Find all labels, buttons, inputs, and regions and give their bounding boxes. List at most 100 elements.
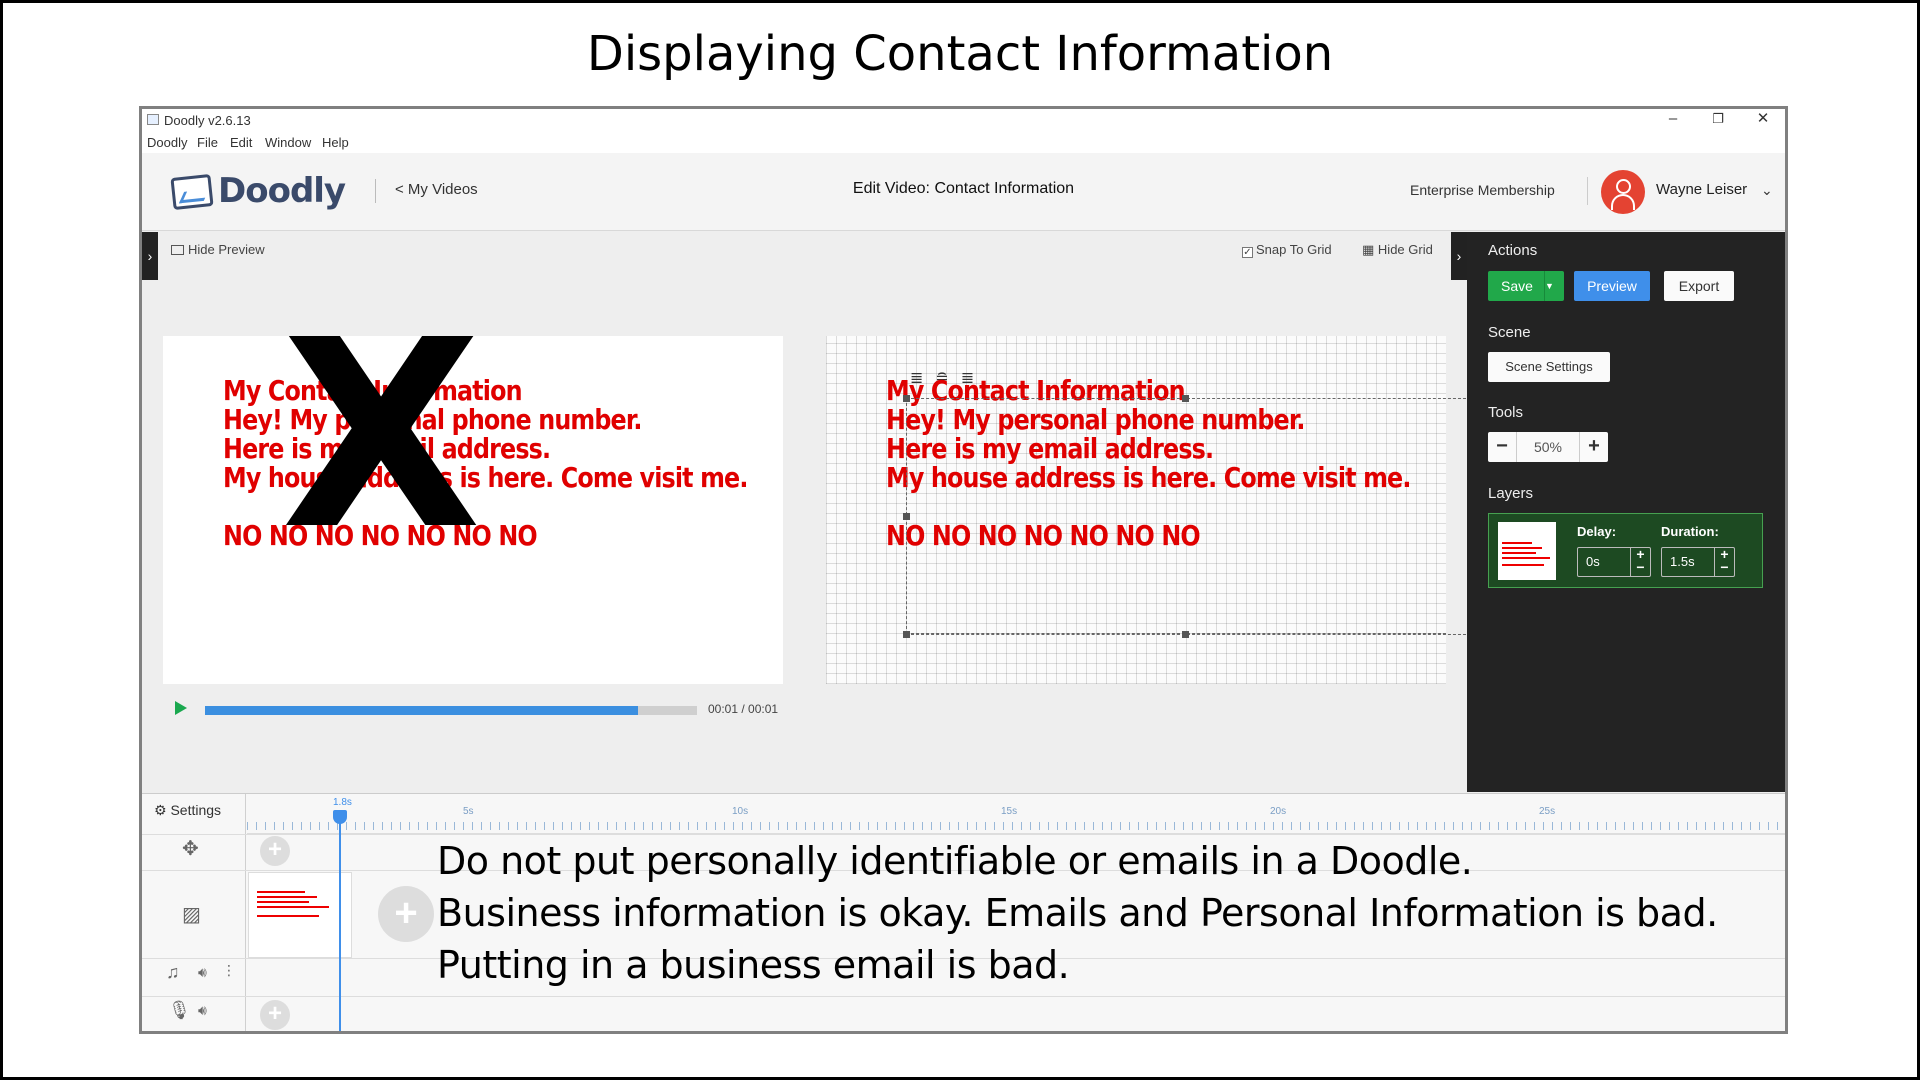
hide-grid-button[interactable]: ▦ Hide Grid [1362, 242, 1433, 258]
note-line: Do not put personally identifiable or em… [437, 839, 1473, 883]
settings-label: Settings [170, 802, 222, 818]
resize-handle[interactable] [1182, 395, 1189, 402]
ruler-tick-label: 15s [1001, 806, 1018, 817]
preview-button[interactable]: Preview [1574, 271, 1650, 301]
duration-value: 1.5s [1670, 554, 1695, 569]
ruler-tick-label: 20s [1270, 806, 1287, 817]
menu-help[interactable]: Help [322, 135, 349, 150]
add-voiceover-button[interactable]: + [260, 1000, 290, 1030]
timeline-track-headers: ⚙ Settings ✥ ▨ ♫ 🔊︎ ⋮ 🎙︎ 🔊︎ [142, 794, 246, 1031]
cross-out-mark: X [281, 336, 482, 587]
microphone-icon: 🎙︎ [168, 1000, 191, 1020]
menu-file[interactable]: File [197, 135, 218, 150]
add-move-button[interactable]: + [260, 836, 290, 866]
save-label: Save [1501, 278, 1533, 294]
track-row [142, 996, 1785, 997]
save-button[interactable]: Save ▼ [1488, 271, 1564, 301]
layer-item[interactable]: Delay: 0s + − Duration: 1.5s + − [1488, 513, 1763, 588]
layers-heading: Layers [1488, 485, 1534, 502]
save-dropdown-icon[interactable]: ▼ [1544, 271, 1564, 301]
delay-label: Delay: [1577, 524, 1617, 539]
export-button[interactable]: Export [1664, 271, 1734, 301]
workspace: › Hide Preview ✓ Snap To Grid ▦ Hide Grid… [142, 232, 1467, 792]
snap-label: Snap To Grid [1256, 242, 1332, 257]
playhead-time: 1.8s [333, 797, 352, 808]
image-icon: ▨ [182, 904, 201, 926]
add-scene-element-button[interactable]: + [378, 886, 434, 942]
delay-value: 0s [1586, 554, 1600, 569]
slide-title: Displaying Contact Information [586, 26, 1334, 82]
edit-canvas[interactable]: ≣≘≣ My Contact Information Hey! My perso… [826, 336, 1466, 684]
timeline-settings-button[interactable]: ⚙ Settings [154, 802, 221, 819]
snap-checkbox[interactable]: ✓ [1242, 247, 1253, 258]
actions-panel: › Actions Save ▼ Preview Export Scene Sc… [1451, 232, 1785, 792]
more-icon[interactable]: ⋮ [222, 962, 236, 979]
playhead[interactable]: 1.8s [333, 797, 352, 1031]
menu-doodly[interactable]: Doodly [147, 135, 187, 150]
hide-preview-button[interactable]: Hide Preview [171, 242, 265, 257]
snap-to-grid-toggle[interactable]: ✓ Snap To Grid [1242, 242, 1332, 258]
ruler-tick-label: 10s [732, 806, 749, 817]
resize-handle[interactable] [903, 631, 910, 638]
hide-preview-label: Hide Preview [188, 242, 265, 257]
zoom-control: − 50% + [1488, 432, 1608, 462]
time-ruler[interactable]: 5s 10s 15s 20s 25s [247, 794, 1785, 834]
selection-box [906, 398, 1446, 634]
play-icon[interactable] [175, 701, 187, 715]
window-title: Doodly v2.6.13 [164, 113, 251, 128]
ruler-tick-label: 25s [1539, 806, 1556, 817]
resize-handle[interactable] [903, 395, 910, 402]
duration-label: Duration: [1661, 524, 1719, 539]
zoom-value: 50% [1516, 432, 1580, 462]
playback-controls: 00:01 / 00:01 [163, 698, 783, 722]
chevron-down-icon[interactable]: ⌄ [1761, 182, 1773, 199]
hide-grid-label: Hide Grid [1377, 242, 1433, 257]
delay-stepper[interactable]: 0s + − [1577, 547, 1651, 577]
layer-thumbnail [1498, 522, 1556, 580]
avatar[interactable] [1601, 170, 1645, 214]
gear-icon: ⚙ [154, 802, 167, 818]
minimize-button[interactable]: – [1650, 109, 1696, 131]
header-divider [1587, 177, 1588, 205]
progress-fill [205, 706, 638, 715]
volume-icon[interactable]: 🔊︎ [198, 1002, 207, 1019]
membership-label[interactable]: Enterprise Membership [1410, 182, 1555, 198]
duration-stepper[interactable]: 1.5s + − [1661, 547, 1735, 577]
scene-settings-button[interactable]: Scene Settings [1488, 352, 1610, 382]
zoom-out-button[interactable]: − [1488, 432, 1516, 462]
menu-bar: Doodly File Edit Window Help [142, 131, 1785, 153]
playhead-handle[interactable] [333, 810, 347, 824]
note-line: Putting in a business email is bad. [437, 943, 1070, 987]
collapse-panel-button[interactable]: › [1451, 232, 1467, 280]
preview-pane[interactable]: My Contact Information Hey! My personal … [163, 336, 783, 684]
close-button[interactable]: ✕ [1740, 109, 1785, 131]
slide-notes: Do not put personally identifiable or em… [437, 835, 1718, 991]
volume-icon[interactable]: 🔊︎ [198, 964, 207, 981]
note-line: Business information is okay. Emails and… [437, 891, 1718, 935]
expand-left-panel-button[interactable]: › [142, 232, 158, 280]
tools-heading: Tools [1488, 404, 1524, 421]
resize-handle[interactable] [903, 513, 910, 520]
grid-icon: ▦ [1362, 242, 1375, 257]
user-name[interactable]: Wayne Leiser [1656, 181, 1747, 198]
menu-edit[interactable]: Edit [230, 135, 252, 150]
monitor-icon [171, 245, 184, 255]
timeline-clip-thumbnail[interactable] [248, 872, 352, 958]
music-icon: ♫ [166, 962, 180, 982]
ruler-tick-label: 5s [463, 806, 474, 817]
actions-heading: Actions [1488, 242, 1538, 259]
delay-stepper-buttons[interactable]: + − [1630, 547, 1650, 576]
move-icon[interactable]: ✥ [182, 836, 199, 861]
playback-progress[interactable] [205, 706, 697, 715]
app-header: Doodly < My Videos Edit Video: Contact I… [142, 153, 1785, 231]
app-icon [147, 114, 159, 125]
maximize-button[interactable]: ❐ [1695, 109, 1741, 131]
timecode: 00:01 / 00:01 [708, 702, 779, 716]
zoom-in-button[interactable]: + [1580, 432, 1608, 462]
title-bar: Doodly v2.6.13 – ❐ ✕ [142, 109, 1785, 131]
timeline-scrollbar[interactable] [247, 1032, 1690, 1034]
scene-heading: Scene [1488, 324, 1531, 341]
duration-stepper-buttons[interactable]: + − [1714, 547, 1734, 576]
menu-window[interactable]: Window [265, 135, 311, 150]
resize-handle[interactable] [1182, 631, 1189, 638]
